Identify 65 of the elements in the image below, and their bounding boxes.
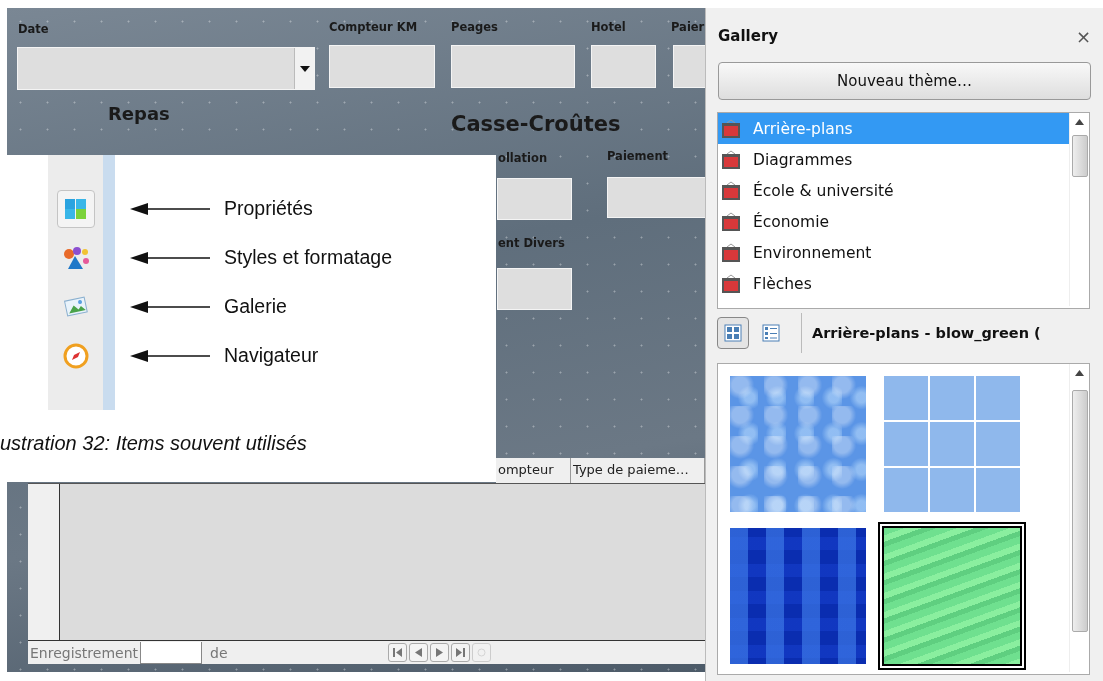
scroll-thumb[interactable]	[1071, 135, 1088, 177]
input-field[interactable]	[497, 178, 572, 220]
theme-list-item[interactable]: Environnement	[718, 237, 1069, 268]
theme-icon	[721, 242, 741, 263]
field-label: Paier	[671, 20, 705, 34]
theme-list-item[interactable]: Économie	[718, 206, 1069, 237]
panel-title: Gallery	[718, 27, 779, 45]
next-record-button[interactable]	[429, 643, 449, 662]
scrollbar[interactable]	[1069, 364, 1089, 672]
section-heading: Casse-Croûtes	[451, 112, 621, 136]
theme-icon	[721, 149, 741, 170]
triangle-right-icon	[433, 647, 445, 658]
input-field[interactable]	[591, 45, 656, 88]
current-item-label: Arrière-plans - blow_green (	[812, 325, 1041, 341]
figure-caption: ustration 32: Items souvent utilisés	[0, 432, 307, 455]
column-header[interactable]: ompteur	[496, 458, 571, 483]
view-mode-button[interactable]	[717, 317, 749, 349]
list-view-icon	[762, 324, 780, 342]
new-theme-button[interactable]: Nouveau thème…	[718, 62, 1091, 100]
scroll-up-icon[interactable]	[1075, 119, 1084, 125]
input-field[interactable]	[497, 268, 572, 310]
field-label: Hotel	[591, 20, 626, 34]
callout-label: Styles et formatage	[224, 246, 392, 269]
input-field[interactable]	[451, 45, 575, 88]
callout-label: Galerie	[224, 295, 287, 318]
triangle-left-icon	[412, 647, 424, 658]
input-field[interactable]	[329, 45, 435, 88]
compass-icon	[62, 342, 89, 369]
theme-list-item[interactable]: École & université	[718, 175, 1069, 206]
of-label: de	[210, 644, 228, 661]
field-label: Paiement	[607, 149, 669, 163]
record-number-field[interactable]	[140, 641, 202, 664]
field-label: ent Divers	[498, 236, 565, 250]
skip-start-icon	[391, 647, 403, 658]
scrollbar[interactable]	[1069, 113, 1089, 306]
close-button[interactable]: ×	[1075, 25, 1091, 47]
theme-icon	[721, 118, 741, 139]
field-label: Peages	[451, 20, 498, 34]
circle-icon	[476, 648, 486, 657]
scroll-thumb[interactable]	[1071, 390, 1088, 632]
callout-label: Propriétés	[224, 197, 313, 220]
sidebar-button[interactable]	[56, 189, 95, 228]
scroll-up-icon[interactable]	[1075, 370, 1084, 376]
callout-label: Navigateur	[224, 344, 319, 367]
section-heading: Repas	[108, 103, 170, 124]
grid-view-icon	[724, 324, 742, 342]
field-label: Compteur KM	[329, 20, 418, 34]
field-label: Date	[18, 22, 49, 36]
last-record-button[interactable]	[450, 643, 470, 662]
theme-icon	[721, 180, 741, 201]
first-record-button[interactable]	[387, 643, 407, 662]
input-field[interactable]	[673, 45, 705, 88]
column-header[interactable]: Type de paieme…	[571, 458, 705, 483]
input-field[interactable]	[607, 177, 705, 218]
styles-icon	[61, 244, 90, 271]
theme-icon	[721, 273, 741, 294]
field-label: ollation	[498, 151, 548, 165]
record-label: Enregistrement	[29, 644, 138, 661]
theme-list-item[interactable]: Flèches	[718, 268, 1069, 299]
dropdown-arrow-icon	[299, 65, 310, 72]
texture-thumbnail[interactable]	[878, 522, 1026, 670]
theme-icon	[721, 211, 741, 232]
previous-record-button[interactable]	[408, 643, 428, 662]
theme-list-item[interactable]: Diagrammes	[718, 144, 1069, 175]
skip-end-icon	[454, 647, 466, 658]
